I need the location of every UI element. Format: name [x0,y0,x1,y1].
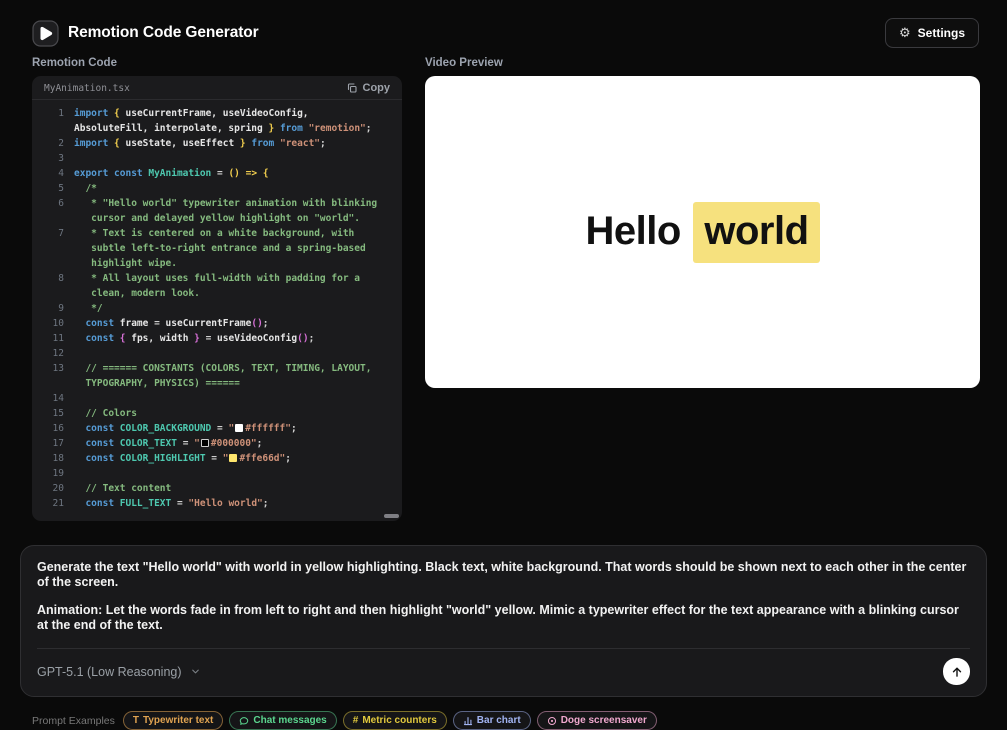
code-line: 8* All layout uses full-width with paddi… [42,271,390,301]
copy-button[interactable]: Copy [346,82,391,94]
code-line: 18const COLOR_HIGHLIGHT = "#ffe66d"; [42,451,390,466]
line-number: 6 [42,196,64,226]
remotion-logo-icon [32,20,59,47]
circle-dot-icon [547,716,557,726]
code-line: 21const FULL_TEXT = "Hello world"; [42,496,390,511]
gear-icon: ⚙ [899,27,911,40]
code-line: 10const frame = useCurrentFrame(); [42,316,390,331]
pill-label: Metric counters [362,715,436,726]
settings-button[interactable]: ⚙ Settings [885,18,979,48]
code-line: 19 [42,466,390,481]
pill-label: Bar chart [477,715,521,726]
code-line: 14 [42,391,390,406]
line-number: 12 [42,346,64,361]
line-number: 9 [42,301,64,316]
code-line: 9*/ [42,301,390,316]
code-section-label: Remotion Code [32,57,402,69]
code-line: 7* Text is centered on a white backgroun… [42,226,390,271]
code-line: 16const COLOR_BACKGROUND = "#ffffff"; [42,421,390,436]
prompt-card: Generate the text "Hello world" with wor… [20,545,987,697]
line-number: 3 [42,151,64,166]
example-pill-doge-screensaver[interactable]: Doge screensaver [537,711,657,730]
code-editor-panel: MyAnimation.tsx Copy 1import { useCurren… [32,76,402,521]
line-number: 8 [42,271,64,301]
prompt-input[interactable]: Generate the text "Hello world" with wor… [37,560,970,633]
code-editor-header: MyAnimation.tsx Copy [32,76,402,100]
code-line: 11const { fps, width } = useVideoConfig(… [42,331,390,346]
color-swatch [201,439,209,447]
chat-icon [239,716,249,726]
code-line: 20// Text content [42,481,390,496]
hello-word: Hello [585,209,691,253]
code-line: 2import { useState, useEffect } from "re… [42,136,390,151]
pill-label: Typewriter text [143,715,213,726]
code-line: 3 [42,151,390,166]
line-number: 1 [42,106,64,136]
copy-label: Copy [363,82,391,94]
line-number: 11 [42,331,64,346]
scrollbar-thumb[interactable] [384,514,399,518]
hash-icon: # [353,715,359,726]
code-line: 6* "Hello world" typewriter animation wi… [42,196,390,226]
line-number: 14 [42,391,64,406]
line-number: 15 [42,406,64,421]
line-number: 19 [42,466,64,481]
line-number: 5 [42,181,64,196]
code-line: 12 [42,346,390,361]
line-number: 17 [42,436,64,451]
highlighted-word: world [693,202,819,263]
pill-label: Chat messages [253,715,326,726]
line-number: 16 [42,421,64,436]
prompt-examples-label: Prompt Examples [32,715,115,727]
prompt-paragraph-1: Generate the text "Hello world" with wor… [37,560,970,590]
pill-label: Doge screensaver [561,715,647,726]
code-line: 17const COLOR_TEXT = "#000000"; [42,436,390,451]
code-body[interactable]: 1import { useCurrentFrame, useVideoConfi… [32,100,402,517]
line-number: 13 [42,361,64,391]
example-pill-bar-chart[interactable]: Bar chart [453,711,531,730]
model-label: GPT-5.1 (Low Reasoning) [37,665,182,679]
video-hello-text: Hello world [585,202,819,263]
line-number: 21 [42,496,64,511]
code-line: 13// ====== CONSTANTS (COLORS, TEXT, TIM… [42,361,390,391]
code-line: 5/* [42,181,390,196]
example-pill-chat-messages[interactable]: Chat messages [229,711,336,730]
model-selector-button[interactable]: GPT-5.1 (Low Reasoning) [37,659,201,685]
bar-chart-icon [463,716,473,726]
color-swatch [235,424,243,432]
video-section-label: Video Preview [425,57,980,69]
example-pill-typewriter-text[interactable]: T Typewriter text [123,711,224,730]
line-number: 20 [42,481,64,496]
send-button[interactable] [943,658,970,685]
example-pill-metric-counters[interactable]: #Metric counters [343,711,447,730]
settings-label: Settings [918,26,965,40]
main-area: Remotion Code MyAnimation.tsx Copy 1impo… [0,57,1007,521]
line-number: 4 [42,166,64,181]
line-number: 10 [42,316,64,331]
app-header: Remotion Code Generator ⚙ Settings [0,0,1007,48]
code-line: 15// Colors [42,406,390,421]
arrow-up-icon [950,665,964,679]
prompt-paragraph-2: Animation: Let the words fade in from le… [37,603,970,633]
line-number: 18 [42,451,64,466]
code-line: 4export const MyAnimation = () => { [42,166,390,181]
page-title: Remotion Code Generator [68,24,259,42]
prompt-divider [37,648,970,649]
example-pills: T Typewriter text Chat messages #Metric cou… [123,711,657,730]
prompt-examples-row: Prompt Examples T Typewriter text Chat mes… [0,711,1007,730]
line-number: 7 [42,226,64,271]
type-icon: T [133,715,139,726]
copy-icon [346,82,358,94]
code-line: 1import { useCurrentFrame, useVideoConfi… [42,106,390,136]
line-number: 2 [42,136,64,151]
video-preview: Hello world [425,76,980,388]
chevron-down-icon [190,666,201,677]
filename-label: MyAnimation.tsx [44,83,130,94]
color-swatch [229,454,237,462]
